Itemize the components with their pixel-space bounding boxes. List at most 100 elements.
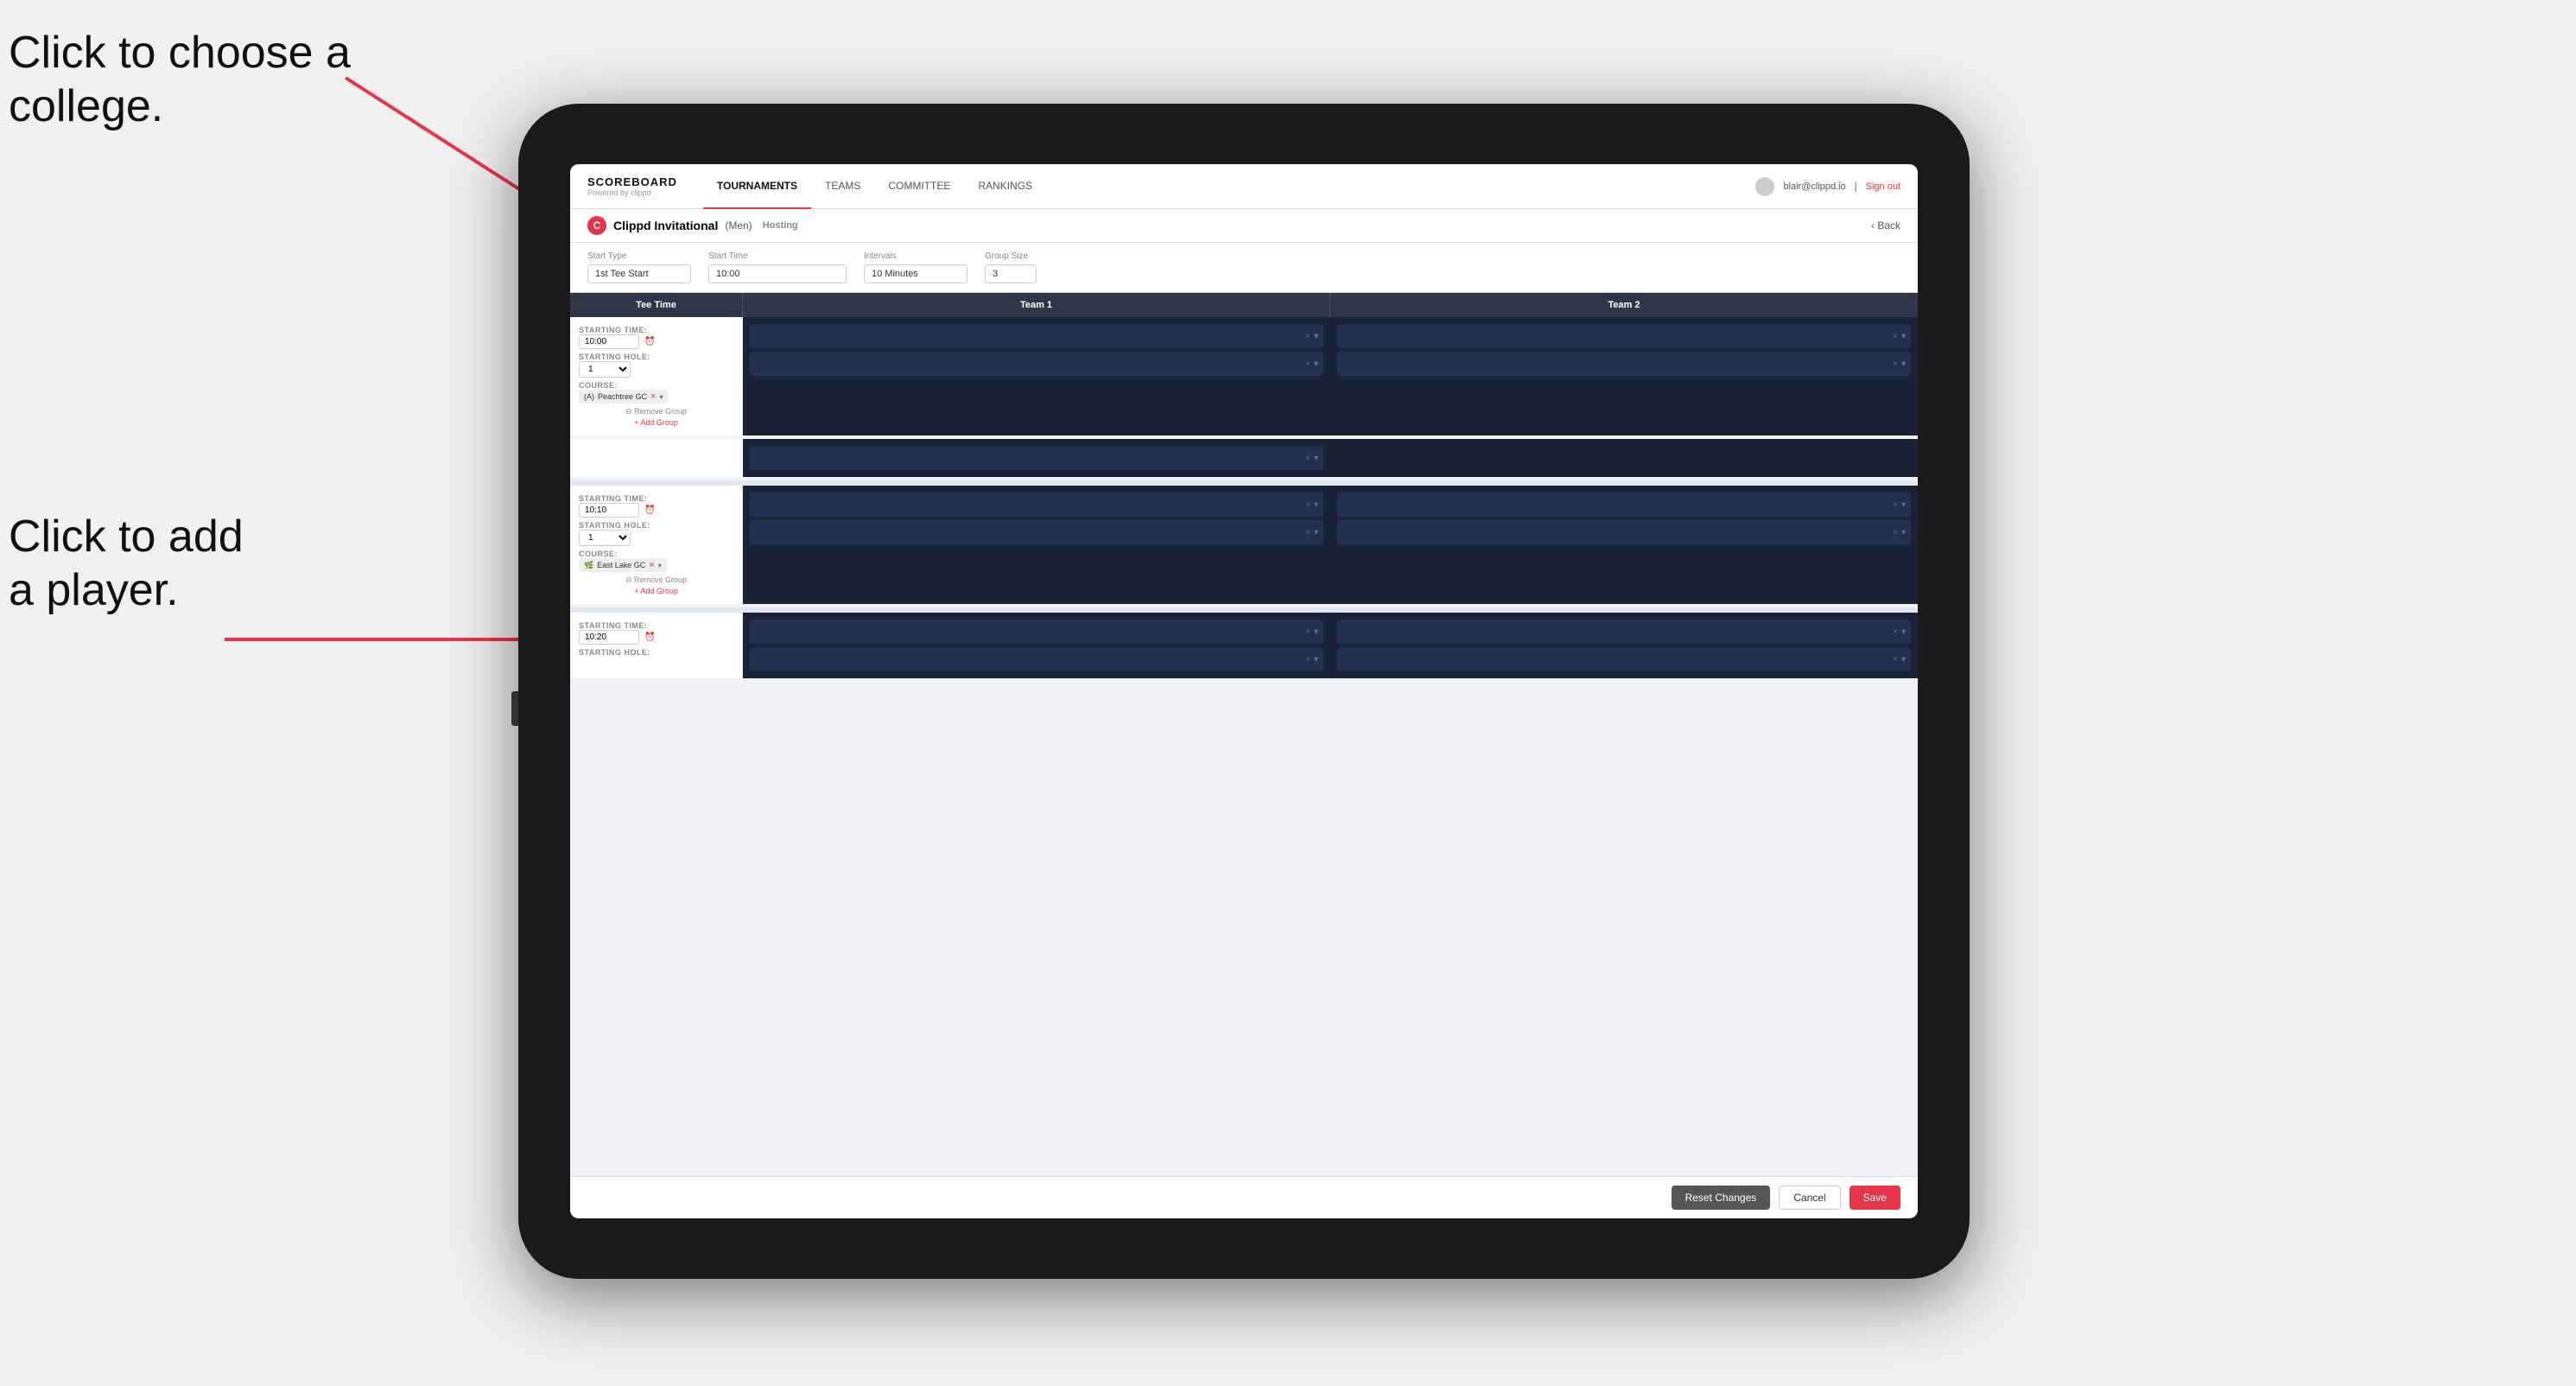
starting-time-label-2: STARTING TIME: [579, 494, 733, 503]
tournament-title: C Clippd Invitational (Men) Hosting [587, 216, 798, 235]
chevron-icon[interactable]: ▾ [1314, 332, 1318, 341]
player-slot[interactable]: × ▾ [1337, 352, 1911, 376]
hosting-badge: Hosting [763, 220, 798, 231]
chevron-icon[interactable]: ▾ [1314, 528, 1318, 537]
player-slot[interactable]: × ▾ [750, 647, 1323, 671]
x-icon[interactable]: × [1893, 627, 1898, 637]
brand-subtitle: Powered by clippd [587, 188, 677, 197]
starting-hole-label-1: STARTING HOLE: [579, 353, 733, 361]
player-slot[interactable]: × ▾ [1337, 620, 1911, 644]
chevron-icon[interactable]: ▾ [1901, 359, 1906, 369]
remove-group-btn-2[interactable]: ⊖ Remove Group [579, 575, 733, 585]
player-slot[interactable]: × ▾ [1337, 520, 1911, 544]
chevron-icon[interactable]: ▾ [1314, 500, 1318, 510]
course-chevron-2: ▾ [658, 562, 662, 569]
group-size-select[interactable]: 3 4 2 [985, 264, 1037, 283]
x-icon[interactable]: × [1305, 454, 1310, 463]
player-slot[interactable]: × ▾ [750, 352, 1323, 376]
clock-icon-2: ⏰ [644, 505, 655, 515]
course-remove-1[interactable]: × [650, 391, 656, 402]
x-icon[interactable]: × [1305, 627, 1310, 637]
user-email: blair@clippd.io [1783, 181, 1845, 192]
starting-hole-select-1[interactable]: 110 [579, 361, 631, 378]
course-tag-2[interactable]: 🌿 East Lake GC × ▾ [579, 558, 667, 572]
sub-header: C Clippd Invitational (Men) Hosting ‹ Ba… [570, 209, 1918, 243]
x-icon[interactable]: × [1305, 655, 1310, 664]
chevron-icon[interactable]: ▾ [1901, 627, 1906, 637]
player-slot[interactable]: × ▾ [1337, 324, 1911, 348]
start-time-label: Start Time [708, 251, 847, 261]
starting-hole-label-2: STARTING HOLE: [579, 521, 733, 530]
x-icon[interactable]: × [1305, 500, 1310, 510]
team1-cell-2: × ▾ × ▾ [743, 486, 1330, 604]
team1-cell-3: × ▾ × ▾ [743, 613, 1330, 678]
back-button[interactable]: ‹ Back [1871, 219, 1900, 232]
x-icon[interactable]: × [1893, 500, 1898, 510]
tab-committee[interactable]: COMMITTEE [874, 164, 964, 209]
start-type-group: Start Type 1st Tee Start Shotgun Start [587, 251, 691, 283]
th-team2: Team 2 [1330, 293, 1918, 317]
sign-out-link[interactable]: Sign out [1866, 181, 1900, 192]
x-icon[interactable]: × [1893, 359, 1898, 369]
starting-time-input-1[interactable] [579, 334, 639, 349]
player-slot[interactable]: × ▾ [750, 520, 1323, 544]
course-tag-letter-1: (A) [584, 392, 594, 401]
course-remove-2[interactable]: × [649, 560, 654, 570]
course-row-1: (A) Peachtree GC × ▾ [579, 390, 733, 404]
x-icon[interactable]: × [1305, 359, 1310, 369]
add-group-btn-2[interactable]: + Add Group [579, 587, 733, 595]
course-label-1: COURSE: [579, 381, 733, 390]
chevron-icon[interactable]: ▾ [1314, 655, 1318, 664]
side-button [511, 691, 518, 726]
add-group-btn-1[interactable]: + Add Group [579, 418, 733, 427]
chevron-icon[interactable]: ▾ [1901, 332, 1906, 341]
player-slot[interactable]: × ▾ [750, 446, 1323, 470]
chevron-icon[interactable]: ▾ [1314, 627, 1318, 637]
tab-rankings[interactable]: RANKINGS [964, 164, 1046, 209]
cancel-button[interactable]: Cancel [1779, 1186, 1840, 1210]
start-type-select[interactable]: 1st Tee Start Shotgun Start [587, 264, 691, 283]
starting-time-input-3[interactable] [579, 630, 639, 645]
start-time-input[interactable] [708, 264, 847, 283]
player-slot[interactable]: × ▾ [1337, 493, 1911, 517]
intervals-group: Intervals 10 Minutes 8 Minutes 12 Minute… [864, 251, 968, 283]
chevron-icon[interactable]: ▾ [1314, 454, 1318, 463]
group-size-label: Group Size [985, 251, 1037, 261]
table-row: STARTING TIME: ⏰ STARTING HOLE: × ▾ × ▾ [570, 613, 1918, 678]
remove-group-btn-1[interactable]: ⊖ Remove Group [579, 407, 733, 416]
reset-changes-button[interactable]: Reset Changes [1672, 1186, 1771, 1210]
starting-hole-row-1: 110 [579, 361, 733, 378]
x-icon[interactable]: × [1305, 332, 1310, 341]
x-icon[interactable]: × [1305, 528, 1310, 537]
course-label-2: COURSE: [579, 550, 733, 558]
player-slot[interactable]: × ▾ [1337, 647, 1911, 671]
starting-time-label-1: STARTING TIME: [579, 326, 733, 334]
tab-teams[interactable]: TEAMS [811, 164, 874, 209]
starting-hole-select-2[interactable]: 110 [579, 530, 631, 546]
table-header: Tee Time Team 1 Team 2 [570, 293, 1918, 317]
chevron-icon[interactable]: ▾ [1901, 500, 1906, 510]
player-slot[interactable]: × ▾ [750, 620, 1323, 644]
controls-row: Start Type 1st Tee Start Shotgun Start S… [570, 243, 1918, 293]
chevron-icon[interactable]: ▾ [1901, 655, 1906, 664]
team1-cell-1: × ▾ × ▾ [743, 317, 1330, 436]
tablet-frame: SCOREBOARD Powered by clippd TOURNAMENTS… [518, 104, 1970, 1279]
team2-empty-1 [1330, 439, 1918, 477]
pipe: | [1855, 181, 1857, 192]
player-slot[interactable]: × ▾ [750, 324, 1323, 348]
chevron-icon[interactable]: ▾ [1314, 359, 1318, 369]
team2-cell-2: × ▾ × ▾ [1330, 486, 1918, 604]
save-button[interactable]: Save [1850, 1186, 1900, 1210]
course-tag-1[interactable]: (A) Peachtree GC × ▾ [579, 390, 668, 404]
starting-time-input-2[interactable] [579, 503, 639, 518]
brand-title: SCOREBOARD [587, 175, 677, 188]
player-slot[interactable]: × ▾ [750, 493, 1323, 517]
user-avatar [1755, 177, 1774, 196]
intervals-select[interactable]: 10 Minutes 8 Minutes 12 Minutes [864, 264, 968, 283]
x-icon[interactable]: × [1893, 332, 1898, 341]
tab-tournaments[interactable]: TOURNAMENTS [703, 164, 811, 209]
x-icon[interactable]: × [1893, 528, 1898, 537]
chevron-icon[interactable]: ▾ [1901, 528, 1906, 537]
course-name-1: Peachtree GC [598, 392, 647, 401]
x-icon[interactable]: × [1893, 655, 1898, 664]
